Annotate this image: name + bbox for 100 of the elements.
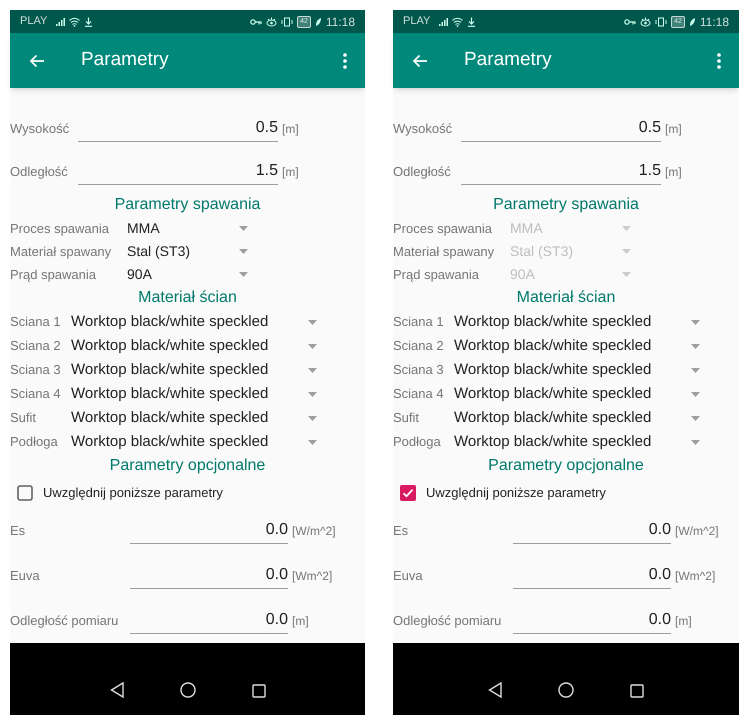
- input-field[interactable]: 0.0: [513, 610, 671, 634]
- input-field[interactable]: 1.5: [461, 160, 661, 184]
- dropdown-caret-icon: [691, 344, 700, 348]
- dropdown-label: Sciana 3: [10, 361, 62, 380]
- square-icon[interactable]: [630, 684, 644, 698]
- dropdown-value[interactable]: Worktop black/white speckled: [454, 406, 652, 430]
- field-label: Wysokość: [10, 120, 70, 138]
- dropdown-value[interactable]: Worktop black/white speckled: [454, 310, 652, 334]
- more-options-icon[interactable]: [717, 52, 721, 68]
- download-icon: [84, 16, 94, 26]
- clock-time: 11:18: [326, 14, 355, 30]
- input-field[interactable]: 0.0: [130, 520, 288, 544]
- checkbox-label: Uwzględnij poniższe parametry: [43, 484, 223, 502]
- dropdown-value[interactable]: Worktop black/white speckled: [71, 382, 268, 406]
- wifi-icon: [69, 16, 80, 26]
- dropdown-label: Sciana 1: [393, 313, 445, 332]
- square-icon[interactable]: [252, 684, 266, 698]
- unit-label: [Wm^2]: [292, 568, 332, 584]
- screen-title: Parametry: [464, 48, 552, 72]
- back-arrow-icon[interactable]: [29, 54, 45, 68]
- field-label: Odległość: [10, 162, 69, 181]
- dropdown-caret-icon: [691, 392, 700, 396]
- dropdown-value[interactable]: Worktop black/white speckled: [71, 430, 268, 454]
- field-label: Odległość pomiaru: [10, 612, 120, 630]
- dropdown-label: Sciana 4: [393, 385, 445, 404]
- section-heading: Materiał ścian: [138, 288, 237, 308]
- dropdown-label: Sufit: [10, 409, 38, 428]
- dropdown-label: Sciana 3: [393, 361, 445, 380]
- dropdown-caret-icon: [308, 368, 317, 372]
- dropdown-value[interactable]: 90A: [127, 264, 152, 285]
- signal-icon: [55, 16, 66, 26]
- unit-label: [Wm^2]: [675, 568, 716, 584]
- checkbox[interactable]: [17, 485, 33, 501]
- signal-icon: [438, 16, 448, 26]
- input-field[interactable]: 0.5: [78, 118, 278, 142]
- download-icon: [467, 16, 476, 26]
- dropdown-label: Materiał spawany: [10, 242, 112, 261]
- vibrate-icon: [655, 16, 668, 26]
- section-heading: Parametry spawania: [493, 195, 639, 215]
- dropdown-caret-icon: [691, 320, 700, 324]
- vibrate-icon: [281, 16, 294, 26]
- input-field[interactable]: 0.0: [130, 610, 288, 634]
- unit-label: [m]: [292, 612, 309, 630]
- carrier-name: PLAY: [403, 14, 430, 30]
- input-field[interactable]: 0.0: [513, 564, 671, 588]
- dropdown-caret-icon: [308, 320, 317, 324]
- dropdown-value[interactable]: Worktop black/white speckled: [71, 310, 268, 334]
- eye-icon: [640, 16, 652, 26]
- dropdown-value[interactable]: Worktop black/white speckled: [71, 406, 268, 430]
- dropdown-caret-icon: [308, 344, 317, 348]
- dropdown-label: Sciana 4: [10, 385, 62, 404]
- unit-label: [W/m^2]: [292, 522, 336, 540]
- input-field[interactable]: 1.5: [78, 160, 278, 184]
- more-options-icon[interactable]: [343, 52, 347, 68]
- dropdown-value[interactable]: Worktop black/white speckled: [71, 358, 268, 382]
- input-field[interactable]: 0.0: [513, 520, 671, 544]
- leaf-icon: [314, 16, 322, 26]
- unit-label: [m]: [675, 612, 692, 630]
- back-triangle-icon[interactable]: [110, 682, 124, 698]
- unit-label: [W/m^2]: [675, 522, 719, 540]
- dropdown-caret-icon: [239, 226, 248, 231]
- section-heading: Parametry opcjonalne: [110, 456, 266, 476]
- section-heading: Parametry spawania: [114, 195, 260, 215]
- unit-label: [m]: [665, 164, 682, 180]
- dropdown-caret-icon: [239, 249, 248, 254]
- dropdown-label: Proces spawania: [393, 220, 493, 238]
- checkbox[interactable]: [400, 485, 416, 501]
- input-field[interactable]: 0.0: [130, 564, 288, 588]
- back-arrow-icon[interactable]: [412, 54, 428, 68]
- field-label: Euva: [10, 566, 41, 585]
- dropdown-caret-icon: [308, 440, 317, 444]
- dropdown-caret-icon: [691, 416, 700, 420]
- unit-label: [m]: [665, 120, 682, 138]
- dropdown-value[interactable]: Worktop black/white speckled: [454, 358, 652, 382]
- home-circle-icon[interactable]: [558, 682, 574, 698]
- dropdown-value[interactable]: Worktop black/white speckled: [454, 382, 652, 406]
- dropdown-value[interactable]: Worktop black/white speckled: [454, 334, 652, 358]
- dropdown-caret-icon: [691, 368, 700, 372]
- dropdown-value[interactable]: Worktop black/white speckled: [71, 334, 268, 358]
- dropdown-label: Podłoga: [10, 433, 59, 452]
- back-triangle-icon[interactable]: [488, 682, 502, 698]
- screen-title: Parametry: [81, 48, 169, 72]
- field-label: Es: [10, 522, 26, 540]
- key-icon: [624, 18, 636, 26]
- dropdown-label: Sciana 2: [393, 337, 445, 356]
- dropdown-label: Proces spawania: [10, 220, 110, 238]
- dropdown-label: Sufit: [393, 409, 420, 428]
- dropdown-label: Sciana 1: [10, 313, 62, 332]
- dropdown-value[interactable]: Stal (ST3): [127, 241, 190, 262]
- dropdown-label: Prąd spawania: [393, 266, 480, 284]
- dropdown-caret-icon: [691, 440, 700, 444]
- input-field[interactable]: 0.5: [461, 118, 661, 142]
- dropdown-caret-icon: [239, 272, 248, 277]
- eye-icon: [266, 16, 278, 26]
- field-label: Wysokość: [393, 120, 454, 138]
- dropdown-value[interactable]: MMA: [127, 218, 160, 239]
- dropdown-value[interactable]: Worktop black/white speckled: [454, 430, 652, 454]
- home-circle-icon[interactable]: [180, 682, 196, 698]
- dropdown-caret-icon: [622, 249, 631, 254]
- unit-label: [m]: [282, 120, 299, 138]
